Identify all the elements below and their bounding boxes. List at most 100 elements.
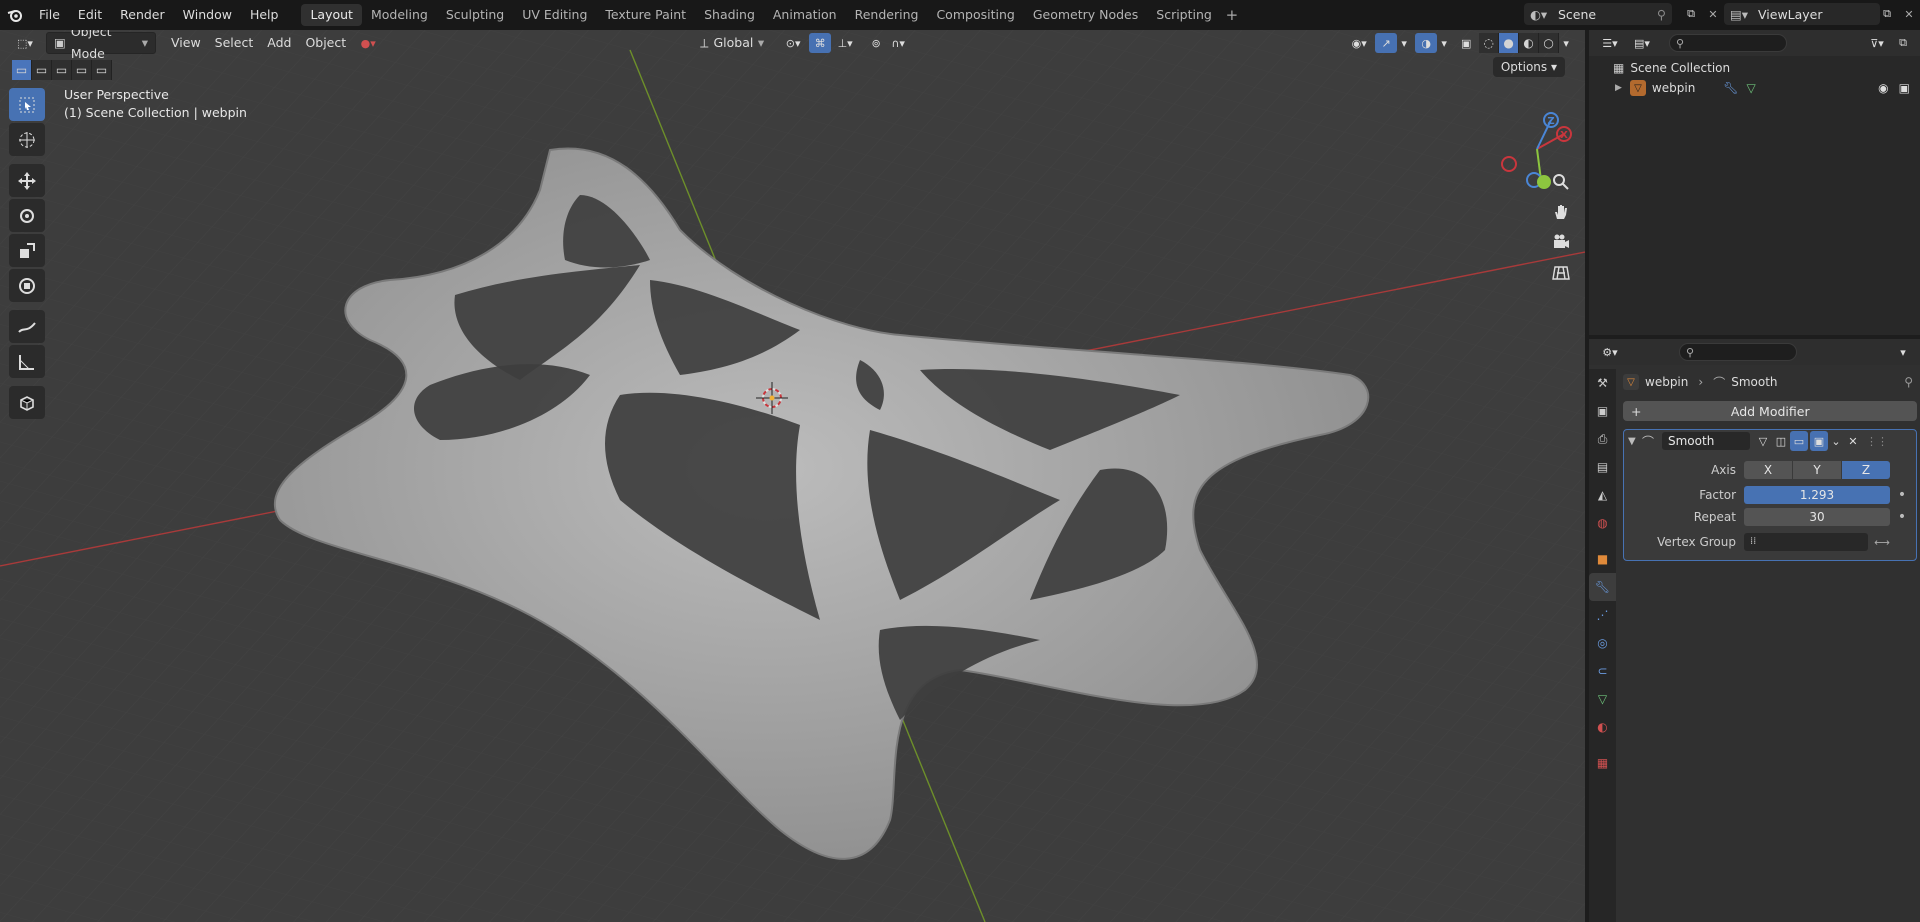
snap-target-icon[interactable]: ⊥▾	[831, 33, 859, 53]
solid-shading-icon[interactable]: ●	[1499, 33, 1520, 53]
pivot-point-icon[interactable]: ⊙▾	[779, 33, 807, 53]
wireframe-shading-icon[interactable]: ◌	[1479, 33, 1500, 53]
delete-scene-icon[interactable]: ✕	[1702, 4, 1724, 24]
material-shading-icon[interactable]: ◐	[1519, 33, 1540, 53]
mode-selector[interactable]: ▣ Object Mode ▾	[46, 30, 156, 61]
camera-view-icon[interactable]	[1547, 228, 1575, 256]
particles-tab-icon[interactable]: ⋰	[1589, 601, 1616, 629]
modifier-menu-chevron-icon[interactable]: ⌄	[1828, 431, 1844, 451]
outliner-row-scene-collection[interactable]: ▦ Scene Collection	[1589, 58, 1920, 78]
tab-scripting[interactable]: Scripting	[1147, 4, 1221, 26]
menu-select[interactable]: Select	[208, 32, 261, 54]
perspective-toggle-icon[interactable]	[1547, 258, 1575, 286]
visibility-icon[interactable]: ◉▾	[1345, 33, 1373, 53]
keyframe-dot-icon[interactable]: •	[1896, 487, 1908, 503]
axis-y-toggle[interactable]: Y	[1793, 461, 1841, 479]
scene-tab-icon[interactable]: ◭	[1589, 481, 1616, 509]
menu-object[interactable]: Object	[298, 32, 353, 54]
3d-viewport[interactable]: ⬚▾ ▣ Object Mode ▾ View Select Add Objec…	[0, 30, 1585, 922]
new-view-layer-icon[interactable]: ⧉	[1876, 4, 1898, 24]
tab-sculpting[interactable]: Sculpting	[437, 4, 513, 26]
scene-selector[interactable]: ◐▾ Scene ⚲	[1524, 3, 1672, 25]
properties-search-input[interactable]: ⚲	[1679, 343, 1797, 361]
rotate-tool-icon[interactable]	[9, 199, 45, 232]
tab-texture-paint[interactable]: Texture Paint	[596, 4, 695, 26]
output-tab-icon[interactable]: ⎙	[1589, 425, 1616, 453]
outliner-search-input[interactable]: ⚲	[1669, 34, 1787, 52]
annotate-tool-icon[interactable]	[9, 310, 45, 343]
delete-view-layer-icon[interactable]: ✕	[1898, 4, 1920, 24]
modifier-tab-icon[interactable]: 🔧︎	[1589, 573, 1616, 601]
pin-icon[interactable]: ⚲	[1904, 375, 1913, 389]
display-mode-icon[interactable]: ▤▾	[1627, 33, 1657, 53]
editor-type-icon[interactable]: ⚙▾	[1595, 342, 1625, 362]
data-tab-icon[interactable]: ▽	[1589, 685, 1616, 713]
select-new-icon[interactable]: ▭	[12, 60, 32, 80]
blender-logo-icon[interactable]	[0, 0, 30, 30]
drag-handle-icon[interactable]: ⋮⋮	[1866, 431, 1888, 451]
menu-edit[interactable]: Edit	[69, 4, 111, 26]
neg-x-axis-icon[interactable]	[1501, 156, 1517, 172]
object-tab-icon[interactable]: ■	[1589, 545, 1616, 573]
select-intersect-icon[interactable]: ▭	[92, 60, 112, 80]
menu-add[interactable]: Add	[260, 32, 298, 54]
remove-modifier-icon[interactable]: ✕	[1844, 431, 1862, 451]
tool-tab-icon[interactable]: ⚒	[1589, 369, 1616, 397]
tab-uv-editing[interactable]: UV Editing	[513, 4, 596, 26]
options-button[interactable]: Options ▾	[1492, 57, 1565, 77]
realtime-display-icon[interactable]: ▭	[1790, 431, 1808, 451]
visibility-eye-icon[interactable]: ◉	[1878, 81, 1888, 95]
add-cube-tool-icon[interactable]	[9, 386, 45, 419]
new-scene-icon[interactable]: ⧉	[1680, 4, 1702, 24]
transform-orientation-selector[interactable]: ⟂ Global ▾	[693, 32, 771, 54]
viewport-scene[interactable]	[0, 30, 1585, 922]
move-tool-icon[interactable]	[9, 164, 45, 197]
chevron-down-icon[interactable]: ▾	[1397, 33, 1411, 53]
invert-vertex-group-icon[interactable]: ⟷	[1872, 532, 1892, 552]
menu-view[interactable]: View	[164, 32, 208, 54]
world-tab-icon[interactable]: ◍	[1589, 509, 1616, 537]
select-invert-icon[interactable]: ▭	[72, 60, 92, 80]
falloff-icon[interactable]: ∩▾	[887, 33, 909, 53]
modifier-wrench-icon[interactable]: 🔧︎	[1723, 81, 1738, 95]
render-tab-icon[interactable]: ▣	[1589, 397, 1616, 425]
pin-icon[interactable]: ⚲	[1657, 7, 1666, 22]
chevron-down-icon[interactable]: ▾	[1559, 33, 1573, 53]
keyframe-dot-icon[interactable]: •	[1896, 509, 1908, 525]
chevron-down-icon[interactable]: ▾	[1892, 342, 1914, 362]
axis-z-toggle[interactable]: Z	[1842, 461, 1890, 479]
render-camera-icon[interactable]: ▣	[1899, 81, 1910, 95]
tab-layout[interactable]: Layout	[301, 4, 362, 26]
cursor-tool-icon[interactable]	[9, 123, 45, 156]
select-extend-icon[interactable]: ▭	[32, 60, 52, 80]
chevron-down-icon[interactable]: ▾	[1437, 33, 1451, 53]
add-modifier-button[interactable]: + Add Modifier	[1623, 401, 1917, 421]
gpencil-icon[interactable]: ●▾	[353, 33, 383, 53]
measure-tool-icon[interactable]	[9, 345, 45, 378]
snap-toggle-icon[interactable]: ⌘	[809, 33, 832, 53]
transform-tool-icon[interactable]	[9, 269, 45, 302]
rendered-shading-icon[interactable]: ○	[1539, 33, 1560, 53]
axis-x-toggle[interactable]: X	[1744, 461, 1792, 479]
menu-window[interactable]: Window	[174, 4, 241, 26]
mesh-data-icon[interactable]: ▽	[1747, 81, 1756, 95]
factor-field[interactable]: 1.293	[1744, 486, 1890, 504]
xray-toggle-icon[interactable]: ▣	[1455, 33, 1477, 53]
texture-tab-icon[interactable]: ▦	[1589, 749, 1616, 777]
select-subtract-icon[interactable]: ▭	[52, 60, 72, 80]
physics-tab-icon[interactable]: ◎	[1589, 629, 1616, 657]
edit-mode-icon[interactable]: ◫	[1772, 431, 1790, 451]
editor-type-icon[interactable]: ⬚▾	[10, 33, 40, 53]
repeat-field[interactable]: 30	[1744, 508, 1890, 526]
pan-hand-icon[interactable]	[1547, 198, 1575, 226]
tab-modeling[interactable]: Modeling	[362, 4, 437, 26]
vertex-group-field[interactable]: ⁞⁞	[1744, 533, 1868, 551]
add-workspace-button[interactable]: +	[1221, 4, 1243, 26]
filter-icon[interactable]: ⊽▾	[1862, 33, 1892, 53]
select-box-tool-icon[interactable]	[9, 88, 45, 121]
view-layer-selector[interactable]: ▤▾ ViewLayer	[1724, 3, 1880, 25]
zoom-icon[interactable]	[1547, 168, 1575, 196]
proportional-edit-icon[interactable]: ⊚	[865, 33, 887, 53]
menu-render[interactable]: Render	[111, 4, 174, 26]
menu-file[interactable]: File	[30, 4, 69, 26]
